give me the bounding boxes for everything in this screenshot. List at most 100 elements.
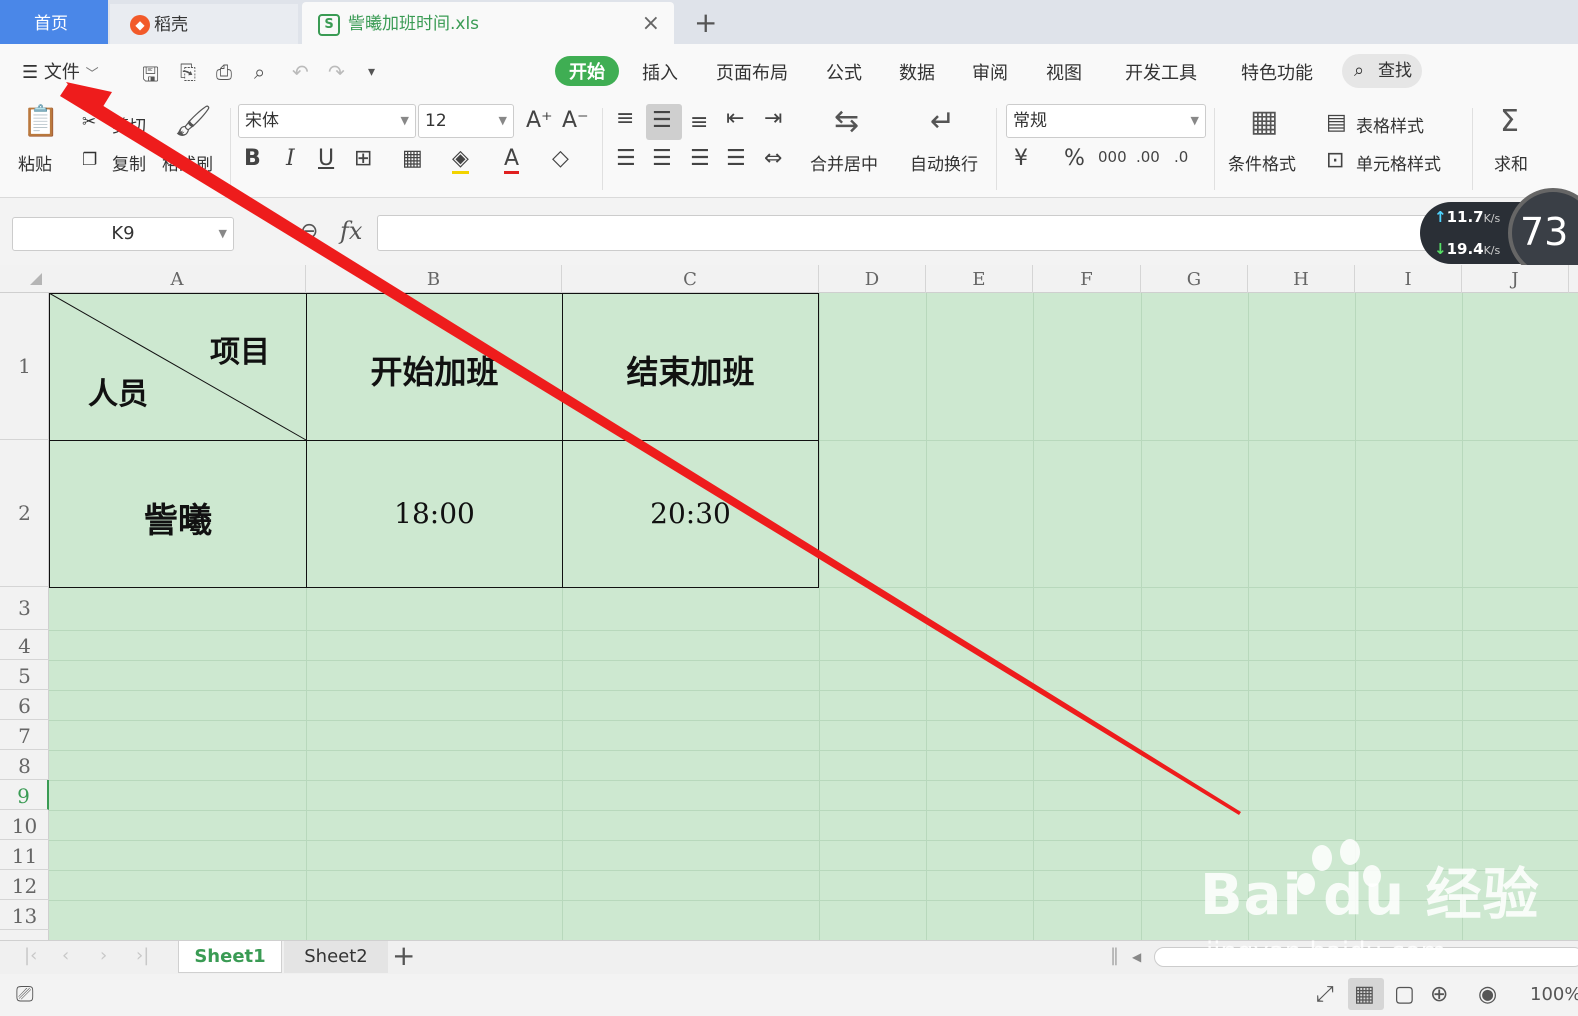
distributed-align-icon[interactable]: ⇔	[764, 146, 782, 171]
increase-font-icon[interactable]: A⁺	[526, 108, 553, 133]
tab-formulas[interactable]: 公式	[826, 59, 862, 85]
tab-special-features[interactable]: 特色功能	[1241, 59, 1313, 85]
tab-review[interactable]: 审阅	[972, 59, 1008, 85]
increase-indent-icon[interactable]: ⇥	[764, 106, 782, 131]
wrap-text-icon[interactable]: ↵	[930, 104, 955, 139]
splitter-handle[interactable]: ‖	[1110, 945, 1119, 966]
percent-icon[interactable]: %	[1064, 146, 1085, 171]
cut-button[interactable]: 剪切	[112, 112, 146, 137]
col-header-f[interactable]: F	[1033, 265, 1141, 293]
merge-center-button[interactable]: 合并居中	[810, 150, 878, 175]
col-header-g[interactable]: G	[1141, 265, 1248, 293]
table-style-icon[interactable]: ▤	[1326, 110, 1347, 135]
close-tab-icon[interactable]: ×	[642, 2, 660, 46]
align-left-icon[interactable]: ☰	[616, 146, 636, 171]
search-button[interactable]: ⌕ 查找	[1342, 54, 1422, 88]
align-right-icon[interactable]: ☰	[690, 146, 710, 171]
row-header-9[interactable]: 9	[0, 780, 49, 810]
row-header-1[interactable]: 1	[0, 293, 49, 440]
bold-icon[interactable]: B	[244, 146, 261, 171]
font-name-select[interactable]: 宋体 ▼	[238, 104, 416, 138]
font-color-icon[interactable]: A	[504, 146, 520, 174]
decrease-decimal-icon[interactable]: .0	[1174, 148, 1188, 166]
zoom-formula-icon[interactable]: ⊖	[300, 219, 318, 244]
currency-icon[interactable]: ¥	[1014, 146, 1028, 171]
cell-style-icon[interactable]: ⊡	[1326, 148, 1344, 173]
sum-icon[interactable]: Σ	[1500, 104, 1519, 139]
print-preview-icon[interactable]: ⌕	[254, 60, 265, 84]
border-icon[interactable]: ⊞	[354, 146, 372, 171]
row-header-13[interactable]: 13	[0, 900, 49, 930]
add-sheet-icon[interactable]: +	[392, 939, 415, 972]
row-header-3[interactable]: 3	[0, 587, 49, 630]
format-painter-button[interactable]: 格式刷	[162, 150, 213, 175]
tab-insert[interactable]: 插入	[642, 59, 678, 85]
row-header-6[interactable]: 6	[0, 690, 49, 720]
align-bottom-icon[interactable]: ≡	[690, 110, 708, 135]
align-top-icon[interactable]: ≡	[616, 106, 634, 131]
col-header-c[interactable]: C	[562, 265, 819, 293]
sheet-tab-sheet2[interactable]: Sheet2	[284, 941, 388, 973]
paste-icon[interactable]: 📋	[22, 104, 59, 139]
col-header-i[interactable]: I	[1355, 265, 1462, 293]
thousands-separator-icon[interactable]: 000	[1098, 148, 1127, 166]
redo-icon[interactable]: ↷	[328, 60, 345, 84]
row-header-5[interactable]: 5	[0, 660, 49, 690]
table-style-button[interactable]: 表格样式	[1356, 112, 1424, 137]
tab-developer[interactable]: 开发工具	[1125, 59, 1197, 85]
col-header-j[interactable]: J	[1462, 265, 1569, 293]
row-header-4[interactable]: 4	[0, 630, 49, 660]
cut-icon[interactable]: ✂	[82, 112, 96, 132]
eye-protection-icon[interactable]: ◉	[1478, 982, 1497, 1007]
scroll-left-icon[interactable]: ◀	[1132, 950, 1141, 964]
fill-color-icon[interactable]: ◈	[452, 146, 469, 174]
italic-icon[interactable]: I	[286, 146, 295, 171]
row-header-11[interactable]: 11	[0, 840, 49, 870]
formula-input[interactable]	[377, 215, 1437, 251]
col-header-a[interactable]: A	[49, 265, 306, 293]
prev-sheet-icon[interactable]: ‹	[62, 945, 69, 966]
decrease-font-icon[interactable]: A⁻	[562, 108, 589, 133]
copy-button[interactable]: 复制	[112, 150, 146, 175]
col-header-d[interactable]: D	[819, 265, 926, 293]
paste-button[interactable]: 粘贴	[18, 150, 52, 175]
tab-start[interactable]: 开始	[555, 56, 619, 86]
last-sheet-icon[interactable]: ›|	[136, 945, 149, 966]
page-break-view-icon[interactable]: ⊕	[1430, 982, 1448, 1007]
col-header-h[interactable]: H	[1248, 265, 1355, 293]
fullscreen-icon[interactable]: ⤢	[1316, 982, 1334, 1007]
row-header-12[interactable]: 12	[0, 870, 49, 900]
justify-icon[interactable]: ☰	[726, 146, 746, 171]
cell-style-button[interactable]: 单元格样式	[1356, 150, 1441, 175]
row-header-8[interactable]: 8	[0, 750, 49, 780]
output-icon[interactable]: ⎘	[180, 60, 196, 84]
font-size-select[interactable]: 12 ▼	[418, 104, 514, 138]
zoom-level[interactable]: 100%	[1530, 984, 1578, 1005]
save-icon[interactable]: 🖫	[142, 60, 159, 94]
col-header-b[interactable]: B	[306, 265, 562, 293]
align-middle-icon[interactable]: ☰	[652, 108, 672, 133]
align-center-icon[interactable]: ☰	[652, 146, 672, 171]
row-header-7[interactable]: 7	[0, 720, 49, 750]
underline-icon[interactable]: U	[318, 146, 334, 171]
page-layout-view-icon[interactable]: ▢	[1394, 982, 1415, 1007]
tab-view[interactable]: 视图	[1046, 59, 1082, 85]
tab-file-document[interactable]: S 訾曦加班时间.xls ×	[302, 2, 674, 44]
format-painter-icon[interactable]: 🖌	[174, 104, 212, 139]
row-header-2[interactable]: 2	[0, 440, 49, 587]
tab-docer[interactable]: ◆ 稻壳	[110, 4, 298, 44]
add-tab-icon[interactable]: +	[694, 6, 717, 39]
sum-button[interactable]: 求和	[1494, 150, 1528, 175]
number-format-select[interactable]: 常规 ▼	[1006, 104, 1206, 138]
name-box[interactable]: K9 ▼	[12, 217, 234, 251]
col-header-e[interactable]: E	[926, 265, 1033, 293]
undo-icon[interactable]: ↶	[292, 60, 309, 84]
normal-view-icon[interactable]: ▦	[1354, 982, 1375, 1007]
tab-home[interactable]: 首页	[0, 0, 108, 44]
clear-format-icon[interactable]: ◇	[552, 146, 569, 171]
cell-fill-pattern-icon[interactable]: ▦	[402, 146, 423, 171]
first-sheet-icon[interactable]: |‹	[24, 945, 37, 966]
insert-function-icon[interactable]: fx	[340, 217, 362, 245]
tab-data[interactable]: 数据	[899, 59, 935, 85]
print-icon[interactable]: ⎙	[216, 60, 232, 84]
